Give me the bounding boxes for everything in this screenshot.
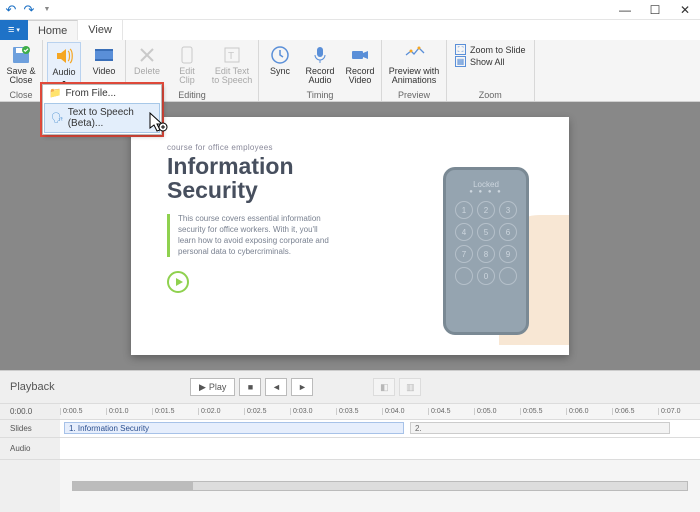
audio-icon xyxy=(53,45,75,67)
group-preview-label: Preview xyxy=(386,89,442,101)
delete-button: Delete xyxy=(130,42,164,76)
slides-track[interactable]: 1. Information Security 2. xyxy=(60,419,700,437)
play-button[interactable]: ▶ Play xyxy=(190,378,235,396)
audio-dropdown-menu: 📁 From File... 🗣 Text to Speech (Beta)..… xyxy=(42,84,162,135)
save-close-button[interactable]: Save &Close xyxy=(4,42,38,86)
timeline-ruler[interactable]: 0:00.50:01.00:01.50:02.00:02.50:03.00:03… xyxy=(60,403,700,419)
group-close-label: Close xyxy=(4,89,38,101)
preview-animations-button[interactable]: Preview withAnimations xyxy=(386,42,442,86)
svg-text:T: T xyxy=(228,51,234,62)
video-button[interactable]: Video xyxy=(87,42,121,76)
next-button[interactable]: ► xyxy=(291,378,313,396)
close-window-button[interactable]: ✕ xyxy=(670,0,700,20)
zoom-to-slide-button[interactable]: ⛶Zoom to Slide xyxy=(455,44,526,55)
audio-track[interactable] xyxy=(60,437,700,459)
menu-text-to-speech[interactable]: 🗣 Text to Speech (Beta)... xyxy=(44,103,160,133)
prev-button[interactable]: ◄ xyxy=(265,378,287,396)
undo-icon[interactable]: ↶ xyxy=(4,3,18,17)
scrollbar-thumb[interactable] xyxy=(73,482,193,490)
slide-illustration: Locked ● ● ● ● 123 456 789 0 xyxy=(389,117,569,355)
qat-dropdown-icon[interactable]: ▼ xyxy=(40,3,54,17)
slide-block-2[interactable]: 2. xyxy=(410,422,670,434)
record-video-button[interactable]: RecordVideo xyxy=(343,42,377,86)
group-timing-label: Timing xyxy=(263,89,377,101)
ext-button-2: ▥ xyxy=(399,378,421,396)
timeline-scrollbar-area[interactable] xyxy=(60,459,700,512)
file-tab[interactable]: ≡▾ xyxy=(0,20,28,40)
playback-title: Playback xyxy=(10,381,180,393)
tab-bar: ≡▾ Home View xyxy=(0,20,700,40)
slide-canvas-area: course for office employees InformationS… xyxy=(0,102,700,370)
group-zoom-label: Zoom xyxy=(451,89,530,101)
redo-icon[interactable]: ↷ xyxy=(22,3,36,17)
slide-body-text: This course covers essential information… xyxy=(167,214,337,257)
audio-button[interactable]: Audio▾ xyxy=(47,42,81,88)
phone-locked-label: Locked xyxy=(473,180,499,189)
show-all-button[interactable]: ▦Show All xyxy=(455,56,526,67)
tab-view[interactable]: View xyxy=(78,20,123,40)
video-icon xyxy=(93,44,115,66)
menu-from-file[interactable]: 📁 From File... xyxy=(43,85,161,102)
edit-clip-button: EditClip xyxy=(170,42,204,86)
edit-tts-icon: T xyxy=(221,44,243,66)
stop-button[interactable]: ■ xyxy=(239,378,261,396)
slide-play-icon xyxy=(167,271,189,293)
slide-title: InformationSecurity xyxy=(167,154,379,202)
slide-kicker: course for office employees xyxy=(167,143,379,152)
record-audio-button[interactable]: RecordAudio xyxy=(303,42,337,86)
audio-row-label: Audio xyxy=(0,437,60,459)
zoom-slide-icon: ⛶ xyxy=(455,44,466,55)
maximize-button[interactable]: ☐ xyxy=(640,0,670,20)
cursor-icon xyxy=(148,112,170,138)
tab-home[interactable]: Home xyxy=(28,20,78,40)
playback-panel: Playback ▶ Play ■ ◄ ► ◧ ▥ 0:00.0 0:00.50… xyxy=(0,370,700,512)
slides-row-label: Slides xyxy=(0,419,60,437)
minimize-button[interactable]: — xyxy=(610,0,640,20)
time-label: 0:00.0 xyxy=(0,403,60,419)
ext-button-1: ◧ xyxy=(373,378,395,396)
slide-block-1[interactable]: 1. Information Security xyxy=(64,422,404,434)
folder-icon: 📁 xyxy=(49,88,61,99)
slide[interactable]: course for office employees InformationS… xyxy=(131,117,569,355)
record-video-icon xyxy=(349,44,371,66)
sync-icon xyxy=(269,44,291,66)
show-all-icon: ▦ xyxy=(455,56,466,67)
delete-icon xyxy=(136,44,158,66)
sync-button[interactable]: Sync xyxy=(263,42,297,76)
edit-tts-button: T Edit Textto Speech xyxy=(210,42,254,86)
preview-icon xyxy=(403,44,425,66)
audio-dropdown-highlight: 📁 From File... 🗣 Text to Speech (Beta)..… xyxy=(40,82,164,137)
tts-icon: 🗣 xyxy=(51,113,64,124)
record-audio-icon xyxy=(309,44,331,66)
timeline: 0:00.0 0:00.50:01.00:01.50:02.00:02.50:0… xyxy=(0,403,700,512)
title-bar: ↶ ↷ ▼ — ☐ ✕ xyxy=(0,0,700,20)
edit-clip-icon xyxy=(176,44,198,66)
file-menu-icon: ≡ xyxy=(8,24,14,36)
save-icon xyxy=(10,44,32,66)
